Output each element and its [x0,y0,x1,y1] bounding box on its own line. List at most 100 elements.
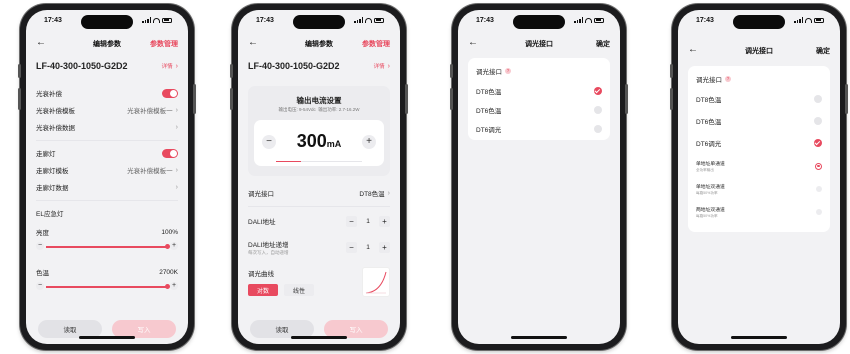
chevron-right-icon: › [175,183,178,191]
curve-graph-icon [365,271,387,294]
plus-icon[interactable]: + [379,241,390,253]
curve-log-button[interactable]: 对数 [248,284,278,296]
signal-icon [142,17,151,23]
sub-option-text: 两地址双通道 每路50%功率 [696,206,725,219]
radio-selected-icon[interactable] [815,162,822,170]
dynamic-island [81,15,133,29]
dim-option-dt8-color[interactable]: DT8色温 [476,84,602,98]
screen-output-current: 17:43 ← 编辑参数 参数管理 LF-40-300-1050-G2D2 详情… [238,10,400,344]
dali-increment-hint: 每次写入，自动递增 [248,249,289,255]
param-management-button[interactable]: 参数管理 [150,39,178,49]
status-time: 17:43 [44,17,62,24]
radio-icon[interactable] [594,125,602,133]
voltage-spec: 输出电压: 9-54Vdc [278,107,316,112]
light-comp-data-row[interactable]: 光衰补偿数据 › [36,120,178,134]
radio-check-icon[interactable] [594,87,602,95]
minus-icon[interactable]: − [36,282,44,290]
dim-interface-row[interactable]: 调光接口 DT8色温 › [248,186,390,200]
detail-link[interactable]: 详情 › [162,62,178,71]
phone-frame-3: 17:43 ← 调光接口 确定 调光接口 ? DT8色温 DT6色温 DT6调光 [450,4,628,350]
light-comp-toggle[interactable] [162,88,178,98]
color-temp-value: 2700K [159,268,178,276]
dim-options-card: 调光接口 ? DT8色温 DT6色温 DT6调光 单地址单通道 全功率输出 单地… [688,66,830,232]
dynamic-island [293,15,345,29]
color-temp-row: 色温 2700K [36,265,178,279]
screen-edit-params: 17:43 ← 编辑参数 参数管理 LF-40-300-1050-G2D2 详情… [26,10,188,344]
minus-icon[interactable]: − [346,241,357,253]
home-indicator [291,336,347,339]
option-label: DT8色温 [476,89,502,96]
dim-options-card: 调光接口 ? DT8色温 DT6色温 DT6调光 [468,58,610,140]
minus-icon[interactable]: − [36,242,44,250]
plus-icon[interactable]: + [170,282,178,290]
curve-preview [362,267,390,297]
model-header: LF-40-300-1050-G2D2 详情 › [248,59,390,73]
brightness-label: 亮度 [36,230,49,237]
dim-option-dt6-color[interactable]: DT6色温 [476,103,602,117]
color-temp-label: 色温 [36,270,49,277]
dali-address-label: DALI地址 [248,219,276,226]
section-label: 调光接口 [476,69,502,76]
dali-increment-value[interactable]: 1 [361,244,375,251]
light-comp-row: 光衰补偿 [36,86,178,100]
el-emergency-row: EL应急灯 [36,206,178,220]
sub-option-hint: 每路50%功率 [696,213,718,218]
plus-icon[interactable]: + [170,242,178,250]
sub-option-text: 单地址双通道 每路50%功率 [696,183,725,196]
confirm-button[interactable]: 确定 [596,39,610,49]
sub-option-single-dual[interactable]: 单地址双通道 每路50%功率 [696,181,822,197]
radio-icon[interactable] [594,106,602,114]
current-card-specs: 输出电压: 9-54Vdc 输出功率: 2.7-16.2W [248,107,390,113]
light-comp-data-label: 光衰补偿数据 [36,125,75,132]
corridor-toggle[interactable] [162,148,178,158]
home-indicator [79,336,135,339]
current-value-box: − 300mA + [254,120,384,166]
slider-track [46,246,168,248]
increase-current-button[interactable]: + [362,135,376,149]
sub-option-label: 两地址双通道 [696,207,725,213]
param-management-button[interactable]: 参数管理 [362,39,390,49]
dim-option-dt8-color[interactable]: DT8色温 [696,92,822,106]
sub-option-single-single[interactable]: 单地址单通道 全功率输出 [696,158,822,174]
radio-icon[interactable] [816,209,822,215]
home-indicator [731,336,787,339]
option-label: DT6色温 [696,119,722,126]
dim-option-dt6-color[interactable]: DT6色温 [696,114,822,128]
help-icon[interactable]: ? [505,68,511,74]
dali-address-value[interactable]: 1 [361,218,375,225]
light-comp-label: 光衰补偿 [36,91,62,98]
corridor-template-row[interactable]: 走廊灯模板 光衰补偿模板一 › [36,163,178,177]
light-comp-template-row[interactable]: 光衰补偿模板 光衰补偿模板一 › [36,103,178,117]
divider [248,206,390,207]
sub-option-label: 单地址双通道 [696,184,725,190]
phone-frame-4: 17:43 ← 调光接口 确定 调光接口 ? DT8色温 DT6色温 DT6调光… [670,4,848,350]
dim-option-dt6-dim[interactable]: DT6调光 [696,136,822,150]
corridor-data-row[interactable]: 走廊灯数据 › [36,180,178,194]
dali-increment-label: DALI地址递增 [248,241,289,249]
detail-link[interactable]: 详情 › [374,62,390,71]
section-header: 调光接口 ? [476,64,602,78]
dim-option-dt6-dim[interactable]: DT6调光 [476,122,602,136]
color-temp-slider[interactable]: − + [36,282,178,291]
corridor-data-label: 走廊灯数据 [36,185,69,192]
help-icon[interactable]: ? [725,76,731,82]
radio-icon[interactable] [816,186,822,192]
sub-option-dual-dual[interactable]: 两地址双通道 每路50%功率 [696,204,822,220]
chevron-right-icon: › [175,106,178,114]
curve-linear-button[interactable]: 线性 [284,284,314,296]
model-header: LF-40-300-1050-G2D2 详情 › [36,59,178,73]
model-name: LF-40-300-1050-G2D2 [248,61,340,71]
minus-icon[interactable]: − [346,215,357,227]
dim-interface-label: 调光接口 [248,191,274,198]
radio-check-icon[interactable] [814,139,822,147]
confirm-button[interactable]: 确定 [816,46,830,56]
wifi-icon [153,17,160,23]
section-header: 调光接口 ? [696,72,822,86]
nav-bar: ← 编辑参数 参数管理 [26,37,188,51]
radio-icon[interactable] [814,95,822,103]
brightness-slider[interactable]: − + [36,242,178,251]
home-indicator [511,336,567,339]
current-progress-fill [276,161,301,162]
radio-icon[interactable] [814,117,822,125]
plus-icon[interactable]: + [379,215,390,227]
